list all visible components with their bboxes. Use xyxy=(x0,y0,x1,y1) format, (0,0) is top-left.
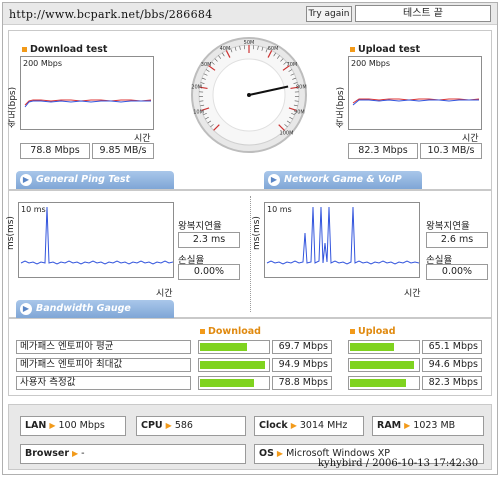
upload-graph: 200 Mbps xyxy=(348,56,482,130)
cpu-info: CPU ▶ 586 xyxy=(136,416,246,436)
download-mbps: 78.8 Mbps xyxy=(20,143,90,159)
ping-graph: 10 ms xyxy=(18,202,174,278)
download-value: 78.8 Mbps xyxy=(272,376,332,390)
upload-mbs: 10.3 MB/s xyxy=(420,143,482,159)
tab-general-ping[interactable]: ▶ General Ping Test xyxy=(16,171,174,189)
gauge-label: 70M xyxy=(287,62,298,68)
ping-rtt-value: 2.3 ms xyxy=(178,232,240,248)
upload-value: 82.3 Mbps xyxy=(422,376,482,390)
orange-arrow-icon: ▶ xyxy=(404,421,411,430)
gauge-label: 80M xyxy=(296,85,307,91)
game-rtt-value: 2.6 ms xyxy=(426,232,488,248)
download-bar-fill xyxy=(200,379,254,387)
download-line xyxy=(24,99,152,108)
orange-square-icon xyxy=(200,329,205,334)
clock-info: Clock ▶ 3014 MHz xyxy=(254,416,364,436)
tab-bandwidth-gauge[interactable]: ▶ Bandwidth Gauge xyxy=(16,300,174,318)
browser-info: Browser ▶ - xyxy=(20,444,246,464)
gauge-label: 100M xyxy=(280,130,294,136)
url-watermark: http://www.bcpark.net/bbs/286684 xyxy=(9,8,213,21)
upload-ylabel: 속도(bps) xyxy=(336,86,346,128)
orange-arrow-icon: ▶ xyxy=(49,421,56,430)
game-graph: 10 ms xyxy=(264,202,420,278)
upload-bar-fill xyxy=(350,379,406,387)
user-watermark: kyhybird / 2006-10-13 17:42:30 xyxy=(318,458,479,469)
upload-bar xyxy=(348,340,420,354)
download-bar-fill xyxy=(200,343,247,351)
download-mbs: 9.85 MB/s xyxy=(92,143,154,159)
lan-info: LAN ▶ 100 Mbps xyxy=(20,416,126,436)
upload-value: 65.1 Mbps xyxy=(422,340,482,354)
tab-network-game[interactable]: ▶ Network Game & VoIP Test xyxy=(264,171,422,203)
game-ylabel: ms(ms) xyxy=(252,216,262,250)
arrow-right-icon: ▶ xyxy=(20,174,32,186)
ping-rtt-label: 왕복지연율 xyxy=(178,221,222,232)
gauge-label: 90M xyxy=(294,109,305,115)
download-ylabel: 속도(bps) xyxy=(8,86,18,128)
gauge-label: 60M xyxy=(268,46,279,52)
download-title: Download test xyxy=(22,44,107,55)
ram-info: RAM ▶ 1023 MB xyxy=(372,416,484,436)
test-status: 테스트 끝 xyxy=(355,5,491,22)
upload-bar-fill xyxy=(350,343,394,351)
orange-square-icon xyxy=(350,47,355,52)
orange-square-icon xyxy=(350,329,355,334)
upload-bar xyxy=(348,358,420,372)
ping-xlabel: 시간 xyxy=(156,289,173,299)
upload-title: Upload test xyxy=(350,44,420,55)
gauge-label: 20M xyxy=(191,85,202,91)
game-line xyxy=(266,206,419,265)
download-bar xyxy=(198,376,270,390)
orange-arrow-icon: ▶ xyxy=(290,421,297,430)
gauge-dial: 10M 20M 30M 40M 50M 60M 70M 80M 90M 100M xyxy=(191,37,307,153)
upload-bar xyxy=(348,376,420,390)
try-again-button[interactable]: Try again xyxy=(306,6,352,22)
speed-gauge: 10M 20M 30M 40M 50M 60M 70M 80M 90M 100M xyxy=(190,36,308,154)
arrow-right-icon: ▶ xyxy=(268,174,280,186)
download-bar-fill xyxy=(200,361,265,369)
orange-arrow-icon: ▶ xyxy=(276,449,284,458)
bandwidth-row-label: 메가패스 엔토피아 평균 xyxy=(16,340,191,354)
gauge-label: 30M xyxy=(201,62,212,68)
upload-mbps: 82.3 Mbps xyxy=(348,143,418,159)
bandwidth-row-label: 메가패스 엔토피아 최대값 xyxy=(16,358,191,372)
download-bar xyxy=(198,340,270,354)
orange-arrow-icon: ▶ xyxy=(165,421,172,430)
ping-line xyxy=(20,206,173,265)
download-value: 94.9 Mbps xyxy=(272,358,332,372)
bandwidth-download-header: Download xyxy=(200,326,261,337)
game-xlabel: 시간 xyxy=(404,289,421,299)
download-bar xyxy=(198,358,270,372)
gauge-label: 10M xyxy=(193,109,204,115)
bandwidth-upload-header: Upload xyxy=(350,326,396,337)
ping-divider xyxy=(250,196,251,312)
gauge-label: 40M xyxy=(220,46,231,52)
ping-loss-value: 0.00% xyxy=(178,264,240,280)
arrow-right-icon: ▶ xyxy=(20,303,32,315)
upload-bar-fill xyxy=(350,361,414,369)
bandwidth-row-label: 사용자 측정값 xyxy=(16,376,191,390)
upload-value: 94.6 Mbps xyxy=(422,358,482,372)
gauge-label: 50M xyxy=(244,40,255,46)
orange-square-icon xyxy=(22,47,27,52)
upload-line xyxy=(352,98,480,106)
orange-arrow-icon: ▶ xyxy=(72,449,79,458)
download-graph: 200 Mbps xyxy=(20,56,154,130)
game-loss-value: 0.00% xyxy=(426,264,488,280)
download-value: 69.7 Mbps xyxy=(272,340,332,354)
game-rtt-label: 왕복지연율 xyxy=(426,221,470,232)
ping-ylabel: ms(ms) xyxy=(6,216,16,250)
